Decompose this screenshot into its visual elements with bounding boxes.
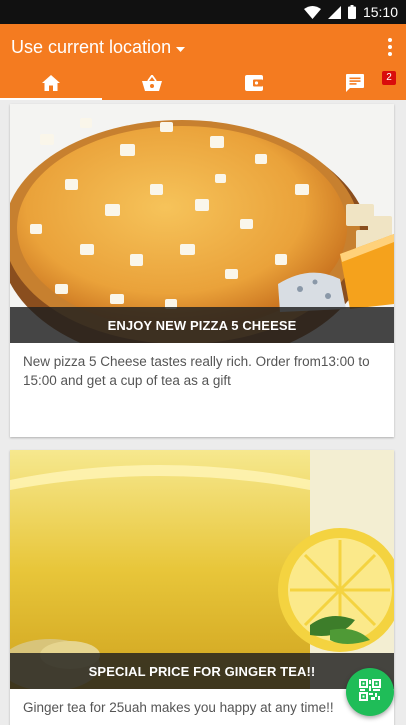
- wifi-icon: [303, 5, 321, 19]
- promo-card[interactable]: SPECIAL PRICE FOR GINGER TEA!! Ginger te…: [10, 450, 394, 725]
- scan-qr-button[interactable]: [346, 668, 394, 716]
- tab-wallet[interactable]: [203, 70, 305, 100]
- promo-card[interactable]: ENJOY NEW PIZZA 5 CHEESE New pizza 5 Che…: [10, 104, 394, 437]
- home-icon: [41, 74, 60, 96]
- tab-home[interactable]: [0, 70, 102, 100]
- tab-messages[interactable]: 2: [305, 70, 406, 100]
- card-description: Ginger tea for 25uah makes you happy at …: [23, 700, 334, 715]
- card-caption: ENJOY NEW PIZZA 5 CHEESE: [10, 307, 394, 343]
- card-caption: SPECIAL PRICE FOR GINGER TEA!!: [10, 653, 394, 689]
- pizza-image: ENJOY NEW PIZZA 5 CHEESE: [10, 104, 394, 343]
- status-time: 15:10: [362, 4, 398, 20]
- dropdown-arrow-icon: [176, 37, 186, 58]
- signal-icon: [327, 5, 341, 19]
- messages-badge: 2: [382, 71, 396, 85]
- status-bar: 15:10: [0, 0, 406, 24]
- wallet-icon: [244, 74, 263, 96]
- battery-icon: [347, 5, 356, 19]
- basket-icon: [142, 73, 163, 96]
- app-bar: Use current location: [0, 24, 406, 70]
- qr-code-icon: [359, 678, 381, 706]
- card-description: New pizza 5 Cheese tastes really rich. O…: [23, 354, 370, 388]
- messages-icon: [346, 73, 365, 97]
- news-feed[interactable]: ENJOY NEW PIZZA 5 CHEESE New pizza 5 Che…: [0, 100, 406, 725]
- ginger-tea-image: SPECIAL PRICE FOR GINGER TEA!!: [10, 450, 394, 689]
- tab-basket[interactable]: [102, 70, 204, 100]
- location-label: Use current location: [11, 36, 172, 57]
- tab-bar: 2: [0, 70, 406, 100]
- overflow-menu-icon[interactable]: [387, 38, 393, 56]
- location-selector[interactable]: Use current location: [11, 36, 186, 58]
